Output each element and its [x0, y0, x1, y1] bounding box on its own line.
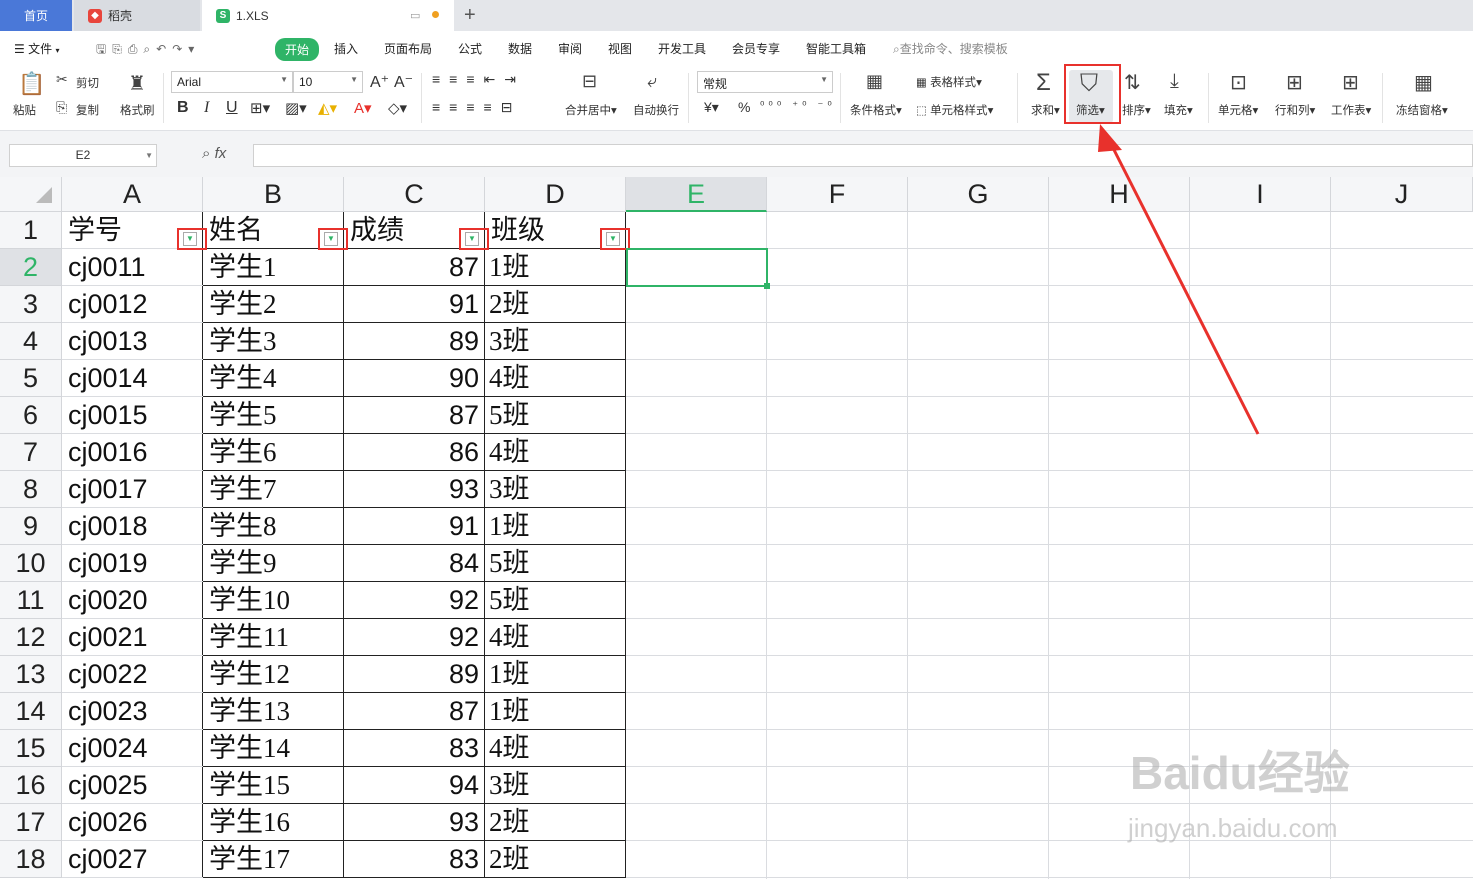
annotation-arrow: [1098, 124, 1260, 435]
annotation-arrow-line: [1107, 139, 1260, 435]
annotation-arrow-head: [1098, 124, 1122, 152]
